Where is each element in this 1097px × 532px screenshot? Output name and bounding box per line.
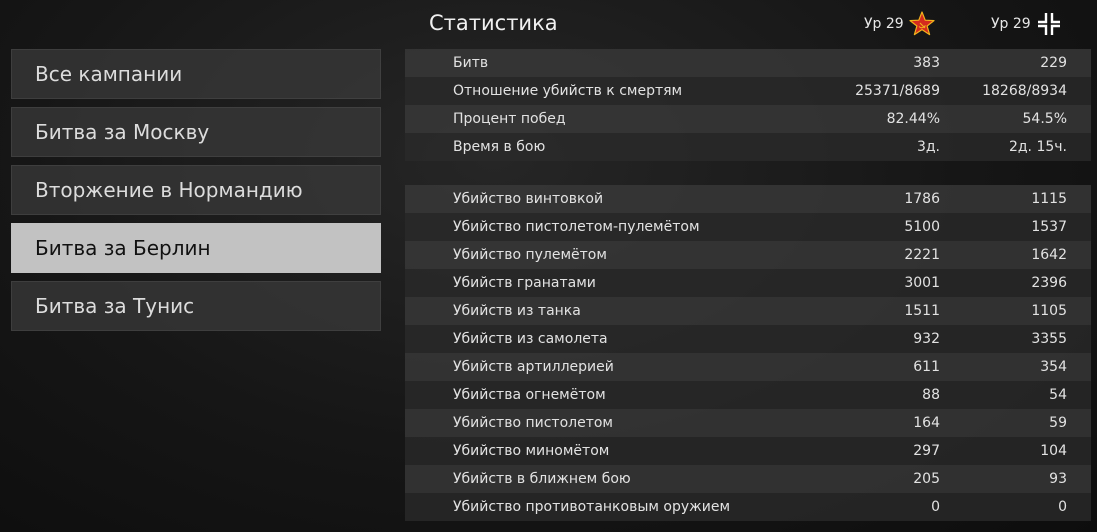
campaign-menu: Все кампании Битва за Москву Вторжение в…: [11, 49, 381, 339]
menu-item-label: Вторжение в Нормандию: [35, 178, 303, 202]
soviet-value: 25371/8689: [855, 83, 940, 99]
menu-item-label: Битва за Тунис: [35, 294, 195, 318]
soviet-value: 932: [913, 331, 940, 347]
stats-header: Статистика Ур 29 Ур 29: [405, 0, 1091, 48]
stat-label: Битв: [453, 55, 489, 71]
stat-label: Убийство миномётом: [453, 443, 610, 459]
table-row: Убийства огнемётом 88 54: [405, 381, 1091, 409]
soviet-value: 1786: [904, 191, 940, 207]
menu-item-normandy[interactable]: Вторжение в Нормандию: [11, 165, 381, 215]
german-level: Ур 29: [991, 16, 1031, 32]
table-row: Время в бою 3д. 2д. 15ч.: [405, 133, 1091, 161]
stat-label: Убийств артиллерией: [453, 359, 614, 375]
soviet-value: 297: [913, 443, 940, 459]
german-value: 54.5%: [1022, 111, 1067, 127]
table-row: Убийство пистолетом 164 59: [405, 409, 1091, 437]
soviet-value: 2221: [904, 247, 940, 263]
stat-label: Убийств из танка: [453, 303, 581, 319]
table-row: Убийство пистолетом-пулемётом 5100 1537: [405, 213, 1091, 241]
german-value: 1642: [1031, 247, 1067, 263]
soviet-value: 611: [913, 359, 940, 375]
stat-label: Убийство винтовкой: [453, 191, 604, 207]
stat-label: Убийств гранатами: [453, 275, 596, 291]
german-value: 1115: [1031, 191, 1067, 207]
table-row: Убийство пулемётом 2221 1642: [405, 241, 1091, 269]
table-row: Убийство миномётом 297 104: [405, 437, 1091, 465]
menu-item-tunisia[interactable]: Битва за Тунис: [11, 281, 381, 331]
german-value: 93: [1049, 471, 1067, 487]
page-title: Статистика: [429, 11, 558, 35]
table-row: Убийств артиллерией 611 354: [405, 353, 1091, 381]
stat-label: Убийств из самолета: [453, 331, 608, 347]
table-row: Убийство противотанковым оружием 0 0: [405, 493, 1091, 521]
table-row: Отношение убийств к смертям 25371/8689 1…: [405, 77, 1091, 105]
kills-stats-table: Убийство винтовкой 1786 1115 Убийство пи…: [405, 185, 1091, 521]
stat-label: Убийство противотанковым оружием: [453, 499, 731, 515]
soviet-value: 5100: [904, 219, 940, 235]
german-value: 18268/8934: [982, 83, 1067, 99]
stat-label: Убийства огнемётом: [453, 387, 606, 403]
german-value: 1537: [1031, 219, 1067, 235]
table-row: Убийство винтовкой 1786 1115: [405, 185, 1091, 213]
soviet-level: Ур 29: [864, 16, 904, 32]
german-value: 104: [1040, 443, 1067, 459]
german-value: 0: [1058, 499, 1067, 515]
soviet-value: 383: [913, 55, 940, 71]
table-row: Убийств из самолета 932 3355: [405, 325, 1091, 353]
german-value: 59: [1049, 415, 1067, 431]
german-value: 54: [1049, 387, 1067, 403]
menu-item-label: Битва за Москву: [35, 120, 210, 144]
menu-item-all-campaigns[interactable]: Все кампании: [11, 49, 381, 99]
soviet-star-icon: [909, 11, 935, 36]
menu-item-berlin[interactable]: Битва за Берлин: [11, 223, 381, 273]
stat-label: Убийство пулемётом: [453, 247, 607, 263]
table-row: Убийств в ближнем бою 205 93: [405, 465, 1091, 493]
soviet-value: 88: [922, 387, 940, 403]
stat-label: Убийство пистолетом: [453, 415, 613, 431]
german-value: 354: [1040, 359, 1067, 375]
soviet-faction-header: Ур 29: [864, 8, 936, 40]
german-faction-header: Ур 29: [991, 8, 1063, 40]
menu-item-label: Битва за Берлин: [35, 236, 211, 260]
menu-item-moscow[interactable]: Битва за Москву: [11, 107, 381, 157]
stat-label: Убийств в ближнем бою: [453, 471, 631, 487]
german-value: 3355: [1031, 331, 1067, 347]
german-value: 2396: [1031, 275, 1067, 291]
soviet-value: 205: [913, 471, 940, 487]
german-value: 229: [1040, 55, 1067, 71]
stat-label: Процент побед: [453, 111, 566, 127]
menu-item-label: Все кампании: [35, 62, 183, 86]
soviet-value: 82.44%: [886, 111, 940, 127]
stat-label: Время в бою: [453, 139, 546, 155]
table-row: Убийств из танка 1511 1105: [405, 297, 1091, 325]
german-cross-icon: [1037, 13, 1060, 35]
soviet-value: 3д.: [916, 139, 940, 155]
table-row: Процент побед 82.44% 54.5%: [405, 105, 1091, 133]
soviet-value: 3001: [904, 275, 940, 291]
stat-label: Отношение убийств к смертям: [453, 83, 683, 99]
table-row: Битв 383 229: [405, 49, 1091, 77]
german-value: 2д. 15ч.: [1008, 139, 1067, 155]
stat-label: Убийство пистолетом-пулемётом: [453, 219, 700, 235]
soviet-value: 0: [931, 499, 940, 515]
soviet-value: 164: [913, 415, 940, 431]
summary-stats-table: Битв 383 229 Отношение убийств к смертям…: [405, 49, 1091, 161]
german-value: 1105: [1031, 303, 1067, 319]
soviet-value: 1511: [904, 303, 940, 319]
table-row: Убийств гранатами 3001 2396: [405, 269, 1091, 297]
